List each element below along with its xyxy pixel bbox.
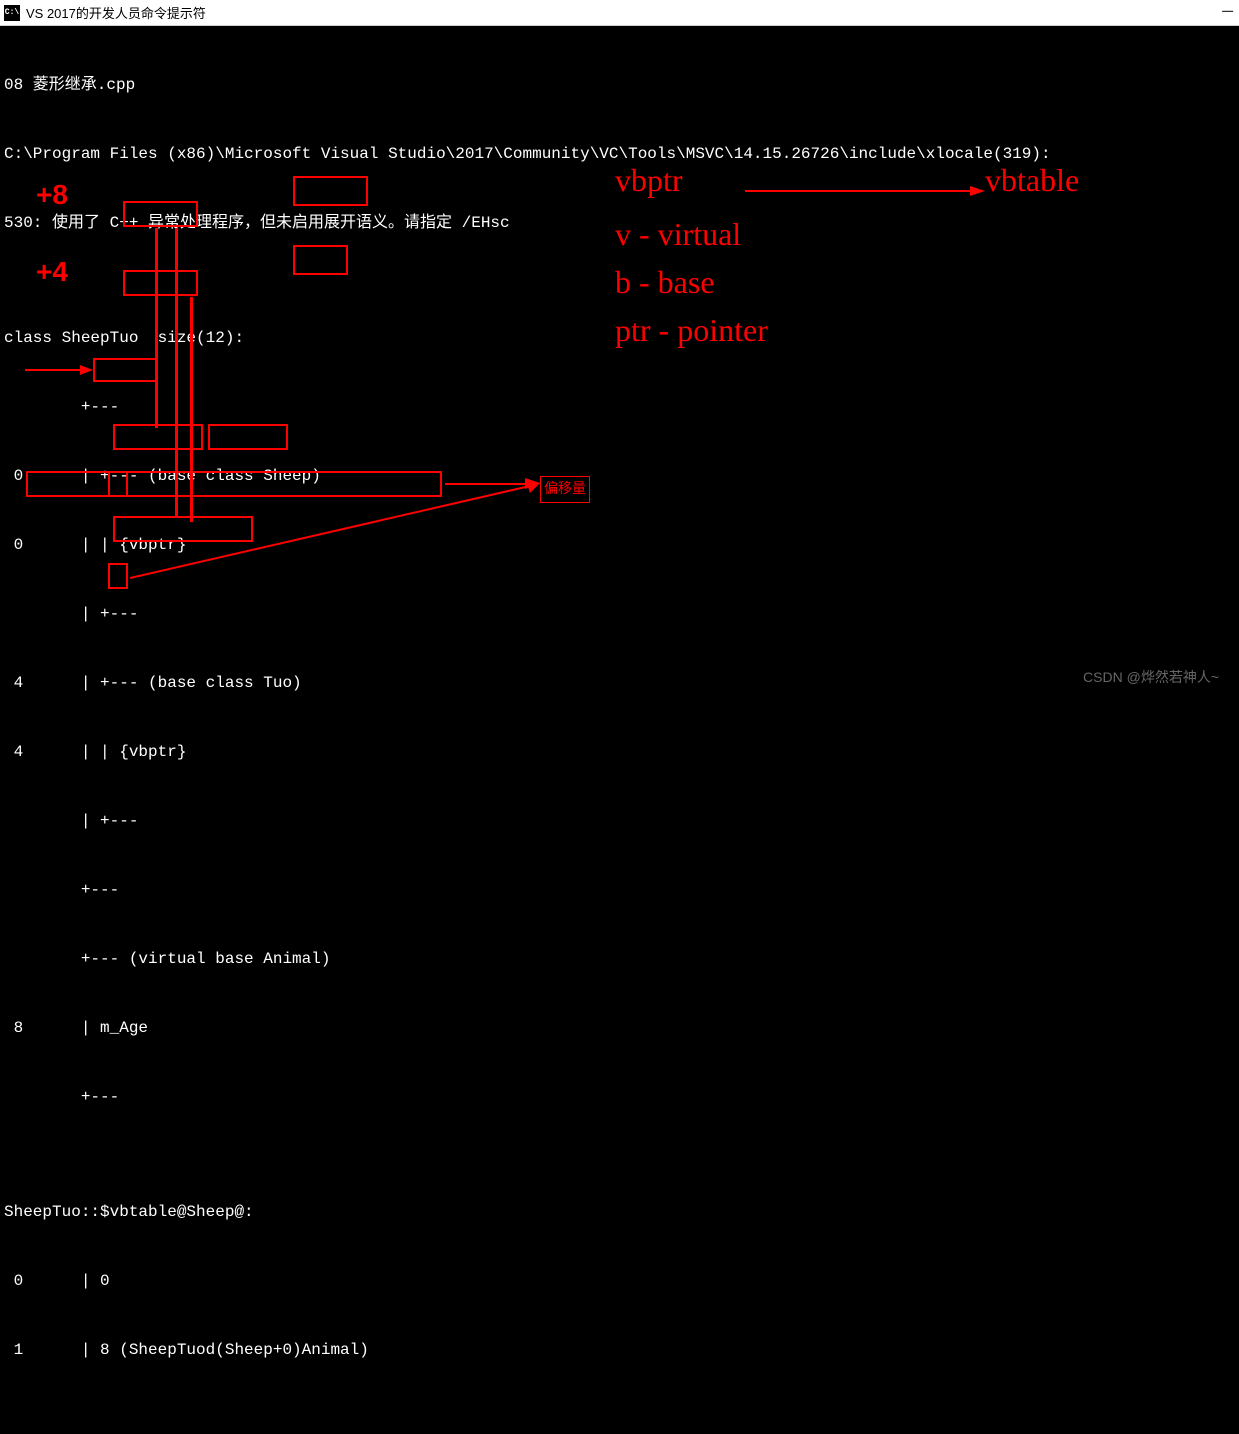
output-line: +--- bbox=[4, 396, 1235, 419]
highlight-box-mage bbox=[93, 358, 157, 382]
annotation-vbtable-label: vbtable bbox=[985, 169, 1079, 192]
watermark: CSDN @烨然若神人~ bbox=[1083, 667, 1219, 687]
output-line: 1 | 8 (SheepTuod(Sheep+0)Animal) bbox=[4, 1339, 1235, 1362]
cmd-icon: C:\ bbox=[4, 5, 20, 21]
highlight-box-offset8 bbox=[108, 471, 128, 497]
output-line: | +--- bbox=[4, 810, 1235, 833]
terminal-output[interactable]: 08 菱形继承.cpp C:\Program Files (x86)\Micro… bbox=[0, 26, 1239, 717]
output-line: +--- bbox=[4, 1086, 1235, 1109]
connector-line bbox=[175, 228, 178, 518]
output-line: SheepTuo::$vbtable@Sheep@: bbox=[4, 1201, 1235, 1224]
highlight-box-vbptr2 bbox=[123, 270, 198, 296]
window-title: VS 2017的开发人员命令提示符 bbox=[26, 3, 206, 22]
arrow-8-to-mage bbox=[25, 362, 95, 378]
annotation-plus4: +4 bbox=[36, 260, 68, 283]
highlight-box-sheep bbox=[293, 176, 368, 206]
highlight-box-tuo bbox=[293, 245, 348, 275]
highlight-box-vbptr1 bbox=[123, 201, 198, 227]
annotation-ptr-pointer: ptr - pointer bbox=[615, 319, 768, 342]
annotation-offset-label: 偏移量 bbox=[540, 476, 590, 503]
output-line: +--- (virtual base Animal) bbox=[4, 948, 1235, 971]
highlight-box-offset4 bbox=[108, 563, 128, 589]
minimize-button[interactable]: — bbox=[1222, 2, 1233, 22]
annotation-b-base: b - base bbox=[615, 271, 715, 294]
annotation-plus8: +8 bbox=[36, 183, 68, 206]
titlebar: C:\ VS 2017的开发人员命令提示符 — bbox=[0, 0, 1239, 26]
output-line: 08 菱形继承.cpp bbox=[4, 74, 1235, 97]
output-line: 0 | 0 bbox=[4, 1270, 1235, 1293]
annotation-vbptr-label: vbptr bbox=[615, 169, 683, 192]
arrow-offset4-to-label bbox=[130, 478, 550, 583]
highlight-box-sheep-at bbox=[208, 424, 288, 450]
connector-line bbox=[155, 228, 158, 428]
output-line: +--- bbox=[4, 879, 1235, 902]
annotation-v-virtual: v - virtual bbox=[615, 223, 741, 246]
output-line: 4 | | {vbptr} bbox=[4, 741, 1235, 764]
output-line: | +--- bbox=[4, 603, 1235, 626]
arrow-vbptr-to-vbtable bbox=[745, 181, 985, 201]
output-line: 4 | +--- (base class Tuo) bbox=[4, 672, 1235, 695]
output-line: 8 | m_Age bbox=[4, 1017, 1235, 1040]
